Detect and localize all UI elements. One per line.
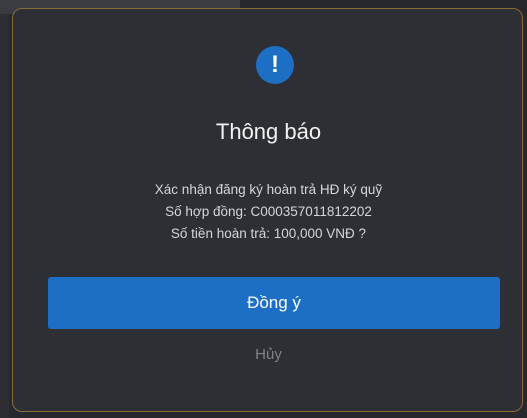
exclamation-icon: !: [256, 46, 294, 84]
background-edge: [0, 14, 9, 418]
confirm-button[interactable]: Đồng ý: [48, 277, 500, 329]
message-line: Số tiền hoàn trả: 100,000 VNĐ ?: [170, 226, 367, 241]
message-line: Số hợp đồng: C000357011812202: [165, 204, 372, 219]
message-line: Xác nhận đăng ký hoàn trả HĐ ký quỹ: [154, 182, 383, 197]
cancel-button[interactable]: Hủy: [13, 346, 524, 363]
dialog-message: Xác nhận đăng ký hoàn trả HĐ ký quỹ Số h…: [13, 179, 524, 245]
dialog-title: Thông báo: [215, 119, 322, 144]
confirmation-dialog: ! Thông báo Xác nhận đăng ký hoàn trả HĐ…: [12, 8, 523, 412]
